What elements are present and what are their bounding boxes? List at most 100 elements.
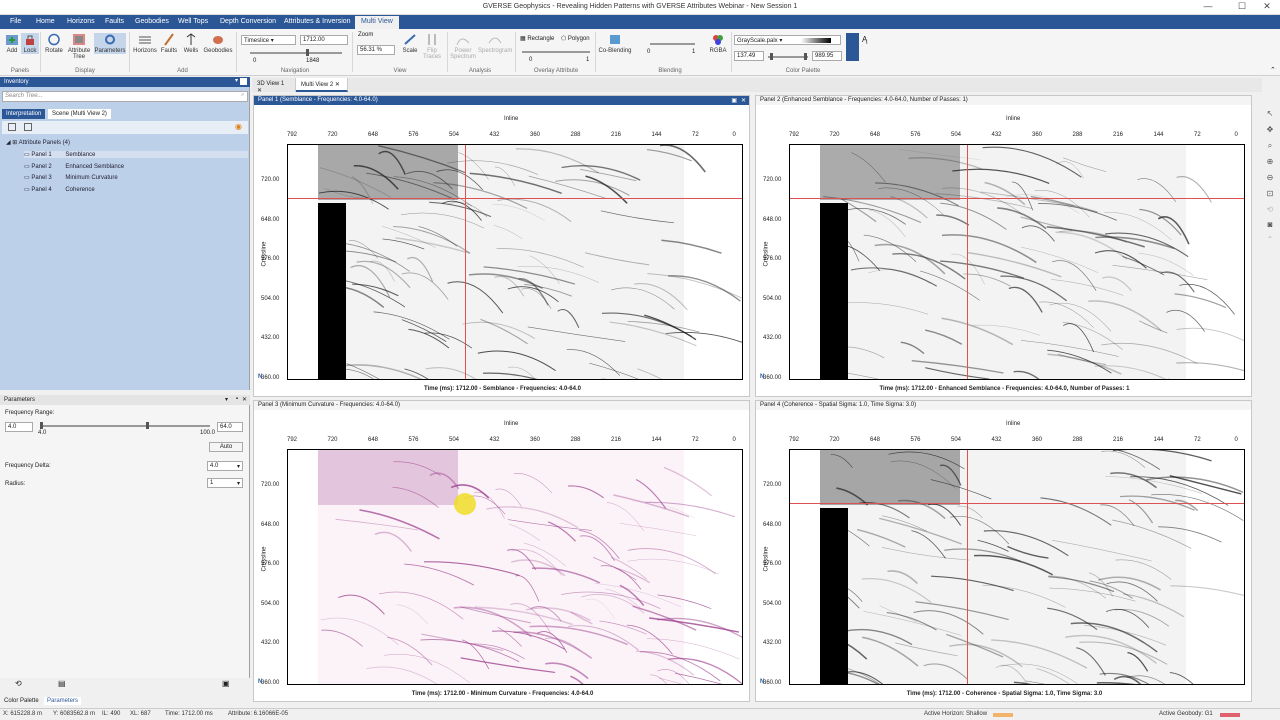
- navigation-value-input[interactable]: 1712.00: [300, 35, 348, 45]
- palette-slider-thumb-max[interactable]: [804, 53, 807, 60]
- auto-button[interactable]: Auto: [209, 442, 243, 452]
- tree-item-panel-1[interactable]: ▭ Panel 1 Semblance: [24, 151, 248, 158]
- palette-min-input[interactable]: 137.49: [734, 51, 764, 61]
- pointer-icon[interactable]: ↖: [1265, 109, 1275, 119]
- frequency-slider-thumb-min[interactable]: [40, 422, 43, 429]
- tab-scene[interactable]: Scene (Multi View 2): [48, 109, 111, 119]
- frequency-slider-thumb-max[interactable]: [146, 422, 149, 429]
- parameters-button[interactable]: Parameters: [94, 33, 126, 54]
- tree-item-panel-4[interactable]: ▭ Panel 4 Coherence: [24, 186, 95, 193]
- rectangle-button[interactable]: ▦ Rectangle: [520, 35, 554, 42]
- params-save-icon[interactable]: ▣: [222, 679, 230, 688]
- collapse-all-icon[interactable]: [24, 123, 32, 131]
- tab-interpretation[interactable]: Interpretation: [2, 109, 46, 119]
- geobodies-button[interactable]: Geobodies: [203, 33, 233, 54]
- power-spectrum-button[interactable]: Power Spectrum: [450, 33, 476, 60]
- menu-faults[interactable]: Faults: [105, 18, 124, 25]
- palette-slider-thumb-min[interactable]: [770, 53, 773, 60]
- zoom-fit-icon[interactable]: ⊡: [1265, 189, 1275, 199]
- frequency-min-input[interactable]: 4.0: [5, 422, 33, 432]
- spectrogram-button[interactable]: Spectrogram: [478, 33, 512, 54]
- seismic-slice[interactable]: [287, 449, 743, 685]
- maximize-icon[interactable]: ▣: [731, 97, 737, 104]
- attribute-panel-1[interactable]: Panel 1 (Semblance - Frequencies: 4.0-64…: [253, 95, 750, 397]
- attribute-panel-2[interactable]: Panel 2 (Enhanced Semblance - Frequencie…: [755, 95, 1252, 397]
- scale-button[interactable]: Scale: [399, 33, 421, 54]
- radius-select[interactable]: 1 ▾: [207, 478, 243, 488]
- tab-parameters[interactable]: Parameters: [44, 697, 82, 705]
- zoom-input[interactable]: 56.31 %: [357, 45, 395, 55]
- expand-all-icon[interactable]: [8, 123, 16, 131]
- co-blending-button[interactable]: Co-Blending: [597, 33, 633, 54]
- close-icon[interactable]: ✕: [257, 88, 262, 94]
- close-icon[interactable]: ✕: [741, 97, 746, 104]
- params-reset-icon[interactable]: ⟲: [15, 679, 22, 688]
- inventory-dropdown-icon[interactable]: ▾: [235, 77, 238, 84]
- tree-item-panel-2[interactable]: ▭ Panel 2 Enhanced Semblance: [24, 163, 124, 170]
- zoom-in-icon[interactable]: ⊕: [1265, 157, 1275, 167]
- undo-zoom-icon[interactable]: ⟲: [1265, 205, 1275, 215]
- palette-text-icon[interactable]: Ą: [862, 35, 867, 44]
- zoom-icon[interactable]: ⌕: [1265, 141, 1275, 151]
- menu-multi-view[interactable]: Multi View: [355, 16, 399, 29]
- close-icon[interactable]: ✕: [1255, 1, 1279, 12]
- menu-horizons[interactable]: Horizons: [67, 18, 95, 25]
- palette-slider[interactable]: [768, 56, 808, 58]
- north-arrow-icon: N: [760, 679, 765, 685]
- overlay-slider[interactable]: [522, 51, 590, 53]
- inventory-pin-icon[interactable]: [240, 78, 247, 85]
- eye-icon[interactable]: ◉: [235, 122, 242, 131]
- camera-icon[interactable]: ◙: [1265, 220, 1275, 230]
- attribute-panel-3[interactable]: Panel 3 (Minimum Curvature - Frequencies…: [253, 400, 750, 702]
- pan-icon[interactable]: ✥: [1265, 125, 1275, 135]
- navigation-slider[interactable]: [250, 52, 342, 54]
- attribute-panel-4[interactable]: Panel 4 (Coherence - Spatial Sigma: 1.0,…: [755, 400, 1252, 702]
- rgba-button[interactable]: RGBA: [707, 33, 729, 54]
- menu-attributes-inversion[interactable]: Attributes & Inversion: [284, 18, 351, 25]
- y-tick-label: 432.00: [763, 335, 782, 341]
- tree-item-panel-3[interactable]: ▭ Panel 3 Minimum Curvature: [24, 174, 118, 181]
- frequency-max-input[interactable]: 64.0: [217, 422, 243, 432]
- add-panel-button[interactable]: Add: [3, 33, 21, 54]
- menu-depth-conversion[interactable]: Depth Conversion: [220, 18, 276, 25]
- faults-button[interactable]: Faults: [159, 33, 179, 54]
- menu-file[interactable]: File: [10, 18, 21, 25]
- blending-slider[interactable]: [650, 43, 695, 45]
- navigation-mode-select[interactable]: Timeslice ▾: [241, 35, 296, 45]
- seismic-slice[interactable]: [789, 449, 1245, 685]
- menu-home[interactable]: Home: [36, 18, 55, 25]
- search-tree-input[interactable]: Search Tree... ⌕: [2, 91, 248, 102]
- navigation-value: 1712.00: [303, 37, 325, 43]
- seismic-slice[interactable]: [287, 144, 743, 380]
- parameters-dropdown-icon[interactable]: ▾: [225, 396, 228, 403]
- minimize-icon[interactable]: —: [1196, 1, 1220, 11]
- menu-well-tops[interactable]: Well Tops: [178, 18, 208, 25]
- zoom-out-icon[interactable]: ⊖: [1265, 173, 1275, 183]
- tab-color-palette[interactable]: Color Palette: [4, 698, 39, 704]
- palette-edit-button[interactable]: [846, 33, 859, 61]
- menu-geobodies[interactable]: Geobodies: [135, 18, 169, 25]
- attribute-tree-button[interactable]: Attribute Tree: [66, 33, 92, 60]
- maximize-icon[interactable]: ☐: [1230, 1, 1254, 12]
- parameters-pin-icon[interactable]: ▪: [236, 396, 238, 402]
- ribbon-collapse-icon[interactable]: ⌃: [1270, 66, 1276, 74]
- parameters-close-icon[interactable]: ✕: [242, 396, 247, 403]
- navigation-slider-thumb[interactable]: [306, 49, 309, 56]
- frequency-delta-select[interactable]: 4.0 ▾: [207, 461, 243, 471]
- horizons-button[interactable]: Horizons: [133, 33, 157, 54]
- palette-max-input[interactable]: 989.95: [812, 51, 842, 61]
- seismic-slice[interactable]: [789, 144, 1245, 380]
- rotate-button[interactable]: Rotate: [44, 33, 64, 54]
- frequency-range-slider[interactable]: [40, 425, 210, 427]
- flip-traces-button[interactable]: Flip Traces: [421, 33, 443, 60]
- tab-multi-view-2[interactable]: Multi View 2 ✕: [296, 78, 348, 92]
- polygon-button[interactable]: ⬠ Polygon: [561, 35, 590, 42]
- close-icon[interactable]: ✕: [335, 82, 340, 88]
- tree-root[interactable]: ◢ ⊞ Attribute Panels (4): [6, 139, 70, 146]
- lock-button[interactable]: Lock: [21, 33, 39, 54]
- palette-select[interactable]: GrayScale.palx ▾: [734, 35, 841, 45]
- wells-button[interactable]: Wells: [181, 33, 201, 54]
- params-apply-icon[interactable]: ▤: [58, 679, 66, 688]
- tab-3d-view-1[interactable]: 3D View 1 ✕: [252, 78, 296, 94]
- chevron-up-icon[interactable]: ⌃: [1265, 235, 1275, 245]
